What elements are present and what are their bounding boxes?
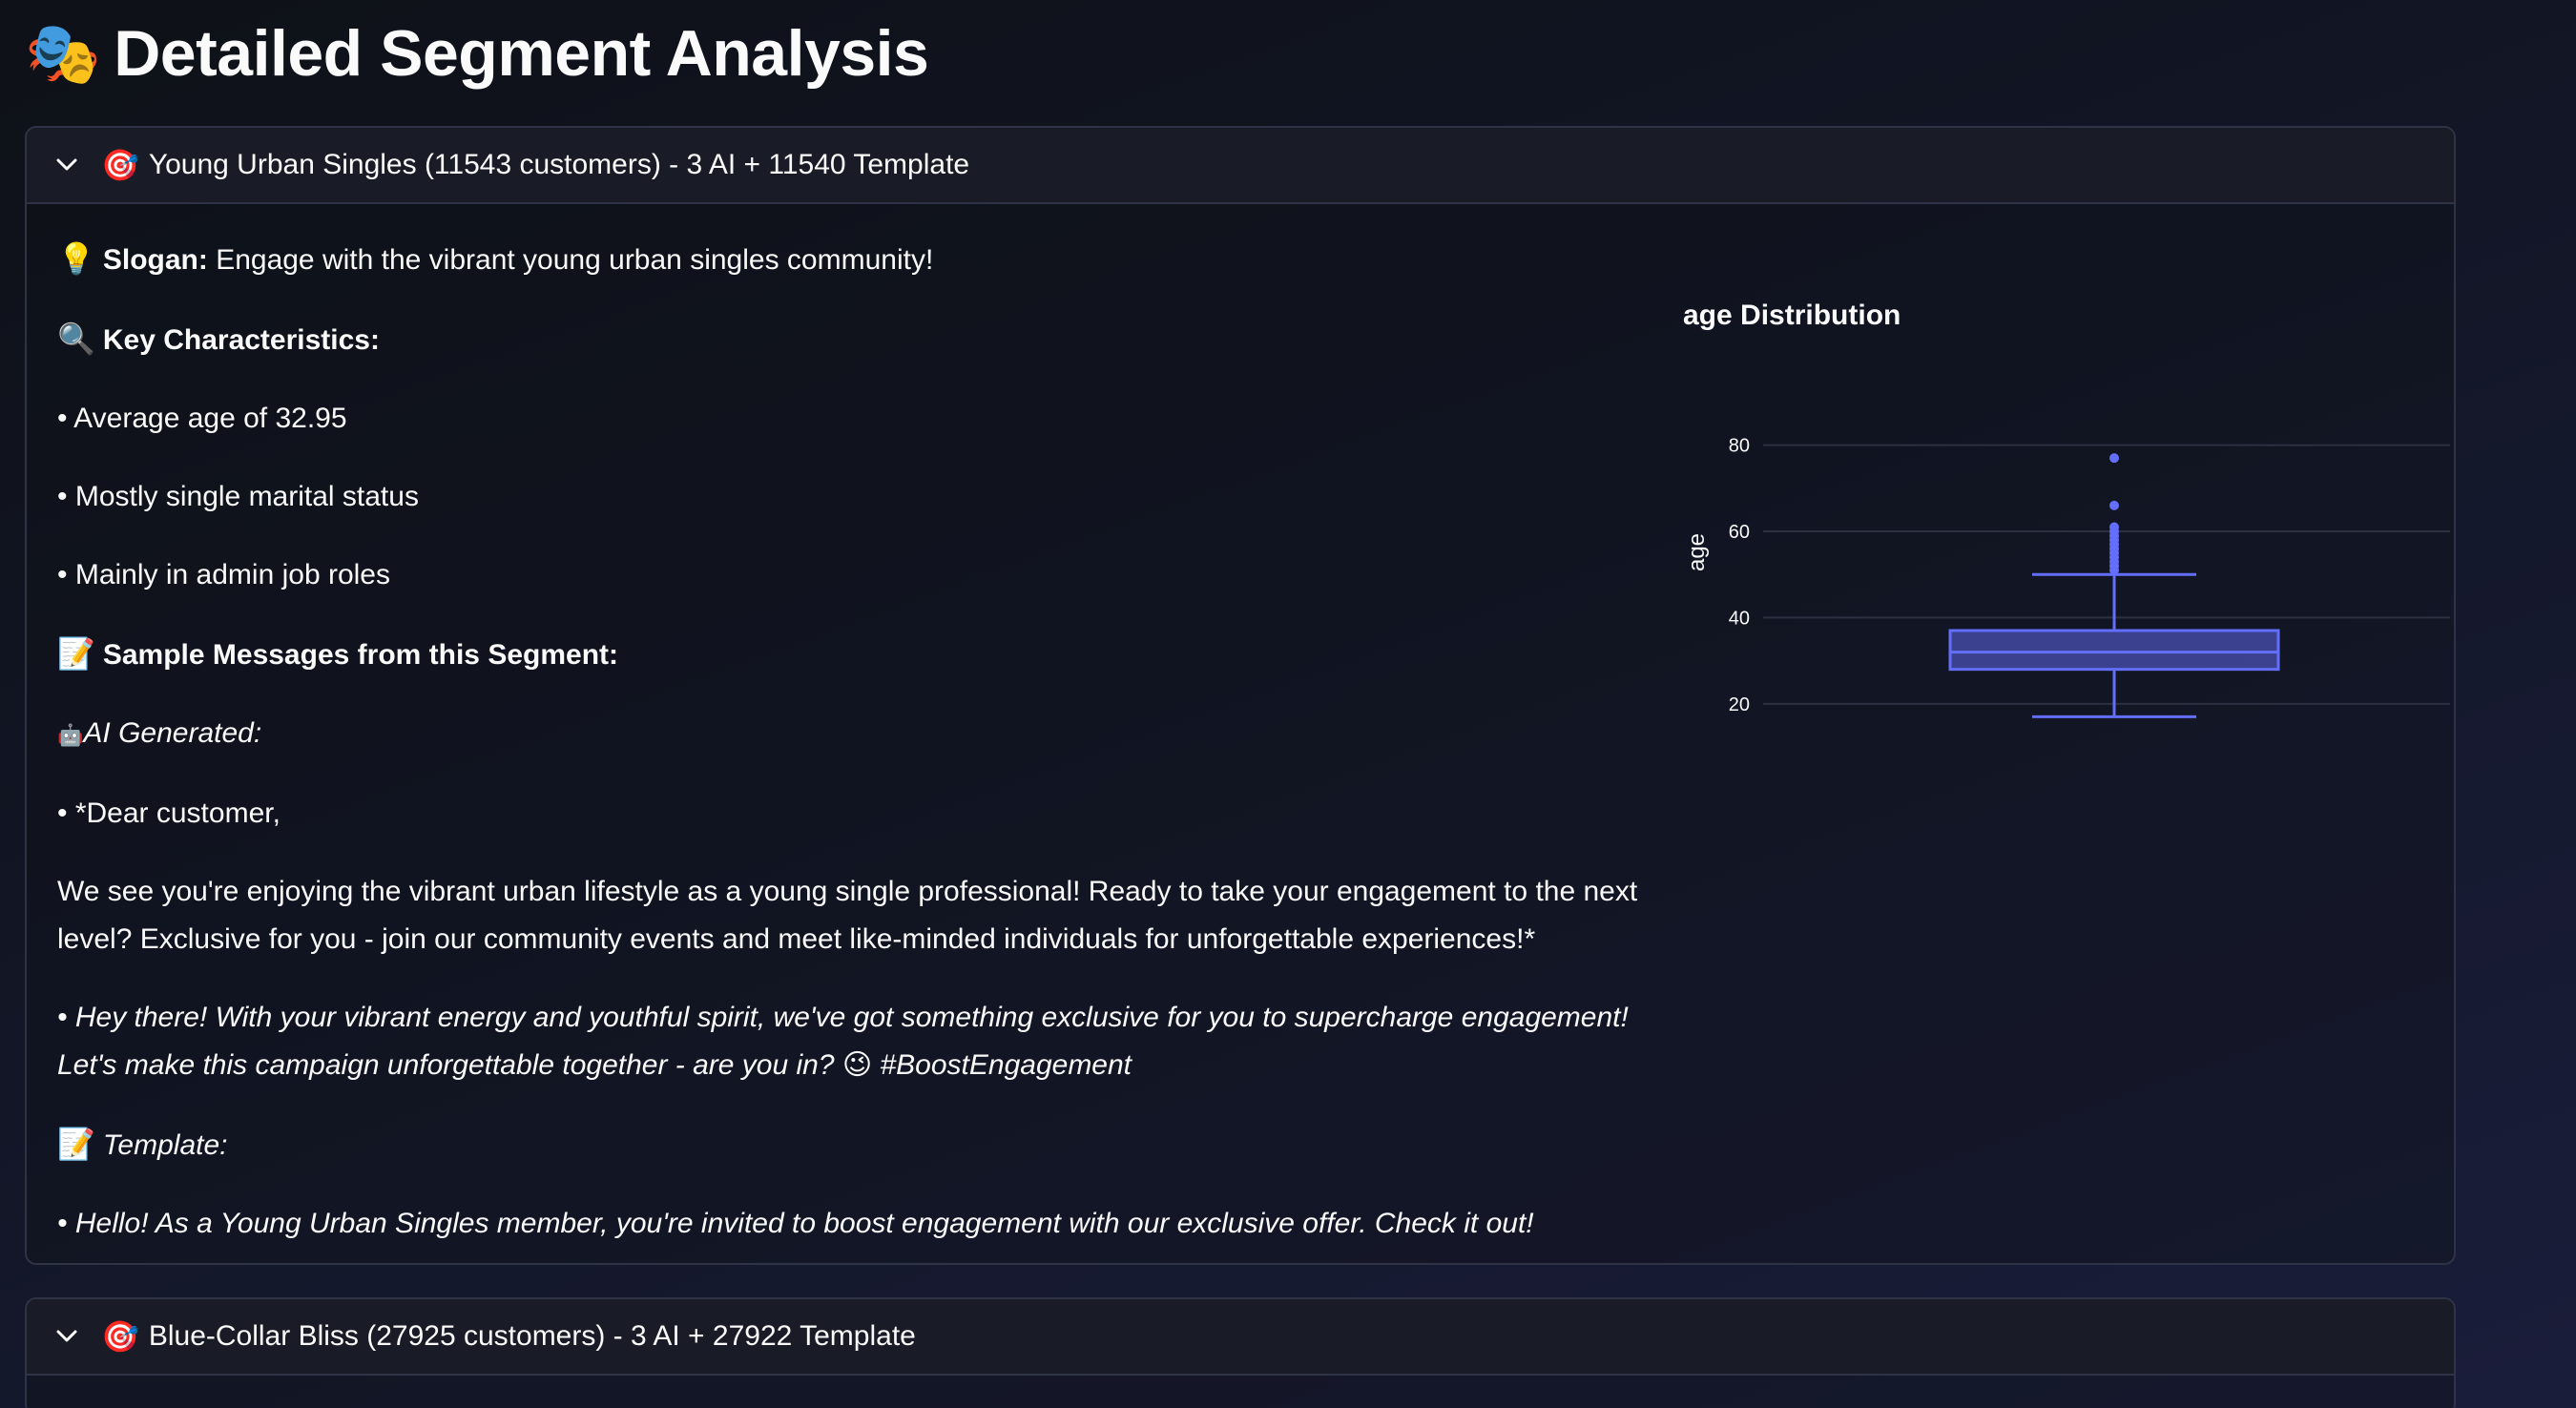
page-title: 🎭 Detailed Segment Analysis <box>25 0 2576 107</box>
ai-message-second: • Hey there! With your vibrant energy an… <box>57 1002 1629 1081</box>
slogan-line: 💡 Slogan: Engage with the vibrant young u… <box>57 235 1641 284</box>
segment-body <box>27 1376 2454 1408</box>
segment-expander-header[interactable]: 🎯 Young Urban Singles (11543 customers) … <box>27 128 2454 204</box>
memo-icon: 📝 <box>57 1127 95 1161</box>
segment-body: 💡 Slogan: Engage with the vibrant young u… <box>27 204 2454 1263</box>
outlier-point <box>2109 500 2119 510</box>
y-tick-label: 40 <box>1729 608 1750 629</box>
chart-title: age Distribution <box>1683 300 1901 331</box>
ai-message-body: We see you're enjoying the vibrant urban… <box>57 876 1638 955</box>
segment-header-label: Young Urban Singles (11543 customers) - … <box>148 149 970 180</box>
segment-expander: 🎯 Young Urban Singles (11543 customers) … <box>25 126 2456 1265</box>
template-label: Template: <box>102 1129 228 1161</box>
characteristic-item: • Mainly in admin job roles <box>57 559 390 590</box>
outlier-point <box>2109 522 2119 532</box>
light-bulb-icon: 💡 <box>57 241 95 276</box>
y-tick-label: 60 <box>1729 522 1750 543</box>
slogan-label: Slogan: <box>102 244 208 276</box>
chevron-down-icon[interactable] <box>55 1325 78 1348</box>
age-distribution-chart: age Distribution 20 40 60 80 age <box>1649 280 2450 757</box>
target-icon: 🎯 <box>101 1319 139 1354</box>
target-icon: 🎯 <box>101 148 139 182</box>
slogan-text: Engage with the vibrant young urban sing… <box>216 244 934 276</box>
segment-expander: 🎯 Blue-Collar Bliss (27925 customers) - … <box>25 1297 2456 1408</box>
characteristics-heading: 🔍 Key Characteristics: <box>57 315 1641 364</box>
template-heading: 📝 Template: <box>57 1120 1641 1170</box>
memo-icon: 📝 <box>57 636 95 671</box>
ai-generated-label: AI Generated: <box>83 717 262 749</box>
characteristics-label: Key Characteristics: <box>102 324 380 356</box>
segment-text-column: 💡 Slogan: Engage with the vibrant young u… <box>57 235 1641 1248</box>
template-message: • Hello! As a Young Urban Singles member… <box>57 1208 1534 1239</box>
chevron-down-icon[interactable] <box>55 154 78 176</box>
ai-generated-heading: 🤖AI Generated: <box>57 710 1641 759</box>
characteristic-item: • Average age of 32.95 <box>57 403 347 434</box>
outlier-point <box>2109 453 2119 464</box>
page: 🎭 Detailed Segment Analysis 🎯 Young Urba… <box>0 0 2576 1408</box>
segment-header-label: Blue-Collar Bliss (27925 customers) - 3 … <box>148 1320 916 1352</box>
performing-arts-icon: 🎭 <box>25 19 101 88</box>
ai-message-opening: • *Dear customer, <box>57 797 280 829</box>
samples-label: Sample Messages from this Segment: <box>102 639 619 671</box>
characteristic-item: • Mostly single marital status <box>57 481 419 512</box>
y-axis-label: age <box>1684 533 1710 571</box>
segment-expander-header[interactable]: 🎯 Blue-Collar Bliss (27925 customers) - … <box>27 1299 2454 1376</box>
iqr-box <box>1948 629 2280 672</box>
samples-heading: 📝 Sample Messages from this Segment: <box>57 630 1641 679</box>
page-title-text: Detailed Segment Analysis <box>114 17 929 90</box>
magnifier-icon: 🔍 <box>57 321 95 356</box>
y-tick-label: 20 <box>1729 694 1750 715</box>
robot-icon: 🤖 <box>57 723 84 747</box>
box-plot-svg: 20 40 60 80 age <box>1684 436 2450 718</box>
y-tick-label: 80 <box>1729 436 1750 457</box>
